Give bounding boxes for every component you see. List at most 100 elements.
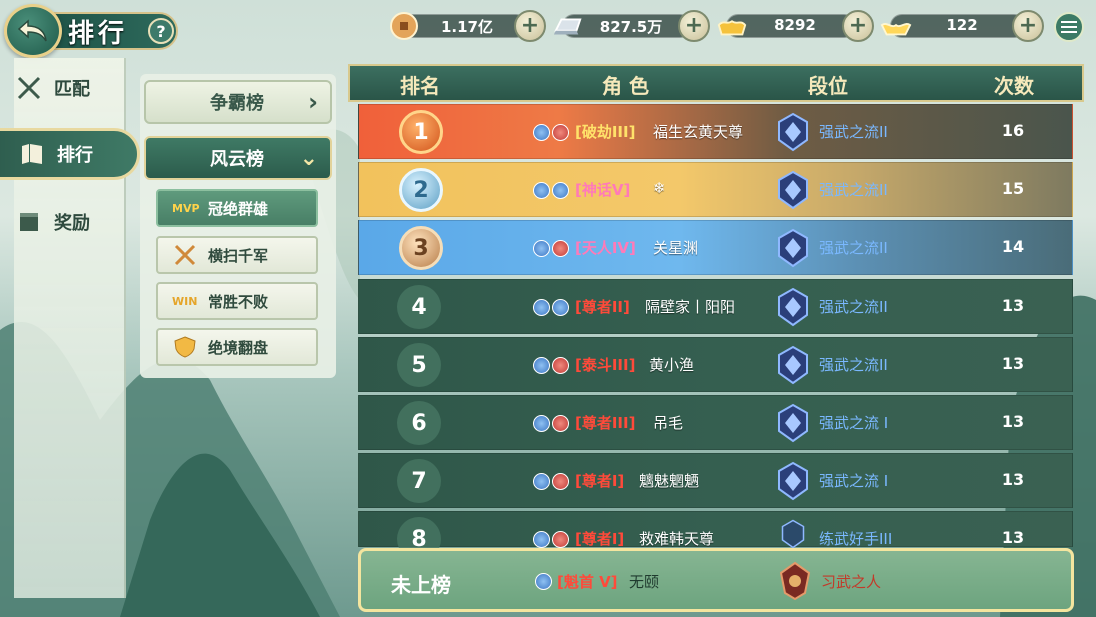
table-row[interactable]: 4 [尊者II] 隔壁家丨阳阳 强武之流II 13 xyxy=(358,279,1073,334)
plus-icon: + xyxy=(1018,13,1038,38)
role-icons xyxy=(533,124,569,141)
nav-item-match[interactable]: 匹配 xyxy=(0,62,112,114)
add-silver-button[interactable]: + xyxy=(678,10,710,42)
help-icon: ? xyxy=(156,21,166,41)
subtab-label: 常胜不败 xyxy=(208,292,269,311)
crossed-swords-icon xyxy=(17,76,41,100)
tier-badge: [天人IV] xyxy=(575,239,636,257)
segment-emblem-icon xyxy=(778,345,808,385)
my-rank-label: 未上榜 xyxy=(391,573,451,597)
copper-value: 1.17亿 xyxy=(440,18,493,36)
count: 14 xyxy=(1001,237,1025,256)
segment-name: 强武之流II xyxy=(819,298,888,316)
segment-name: 强武之流II xyxy=(819,123,888,141)
table-row[interactable]: 3 [天人IV] 关星渊 强武之流II 14 xyxy=(358,220,1073,275)
subtab-changsheng[interactable]: WIN 常胜不败 xyxy=(156,282,318,320)
tab-label: 风云榜 xyxy=(210,149,264,170)
subtab-juejing[interactable]: 绝境翻盘 xyxy=(156,328,318,366)
crossed-swords-icon xyxy=(174,244,196,266)
table-header: 排名 角 色 段位 次数 xyxy=(348,64,1084,102)
tier-badge: [破劫III] xyxy=(575,123,636,141)
table-row[interactable]: 7 [尊者I] 魑魅魍魉 强武之流 I 13 xyxy=(358,453,1073,508)
tier-badge: [泰斗III] xyxy=(575,356,636,374)
player-name: 救难韩天尊 xyxy=(639,530,715,548)
subtab-hengsao[interactable]: 横扫千军 xyxy=(156,236,318,274)
tier-badge: [神话V] xyxy=(575,181,631,199)
silver-ingot-icon xyxy=(552,10,584,42)
player-name: 魑魅魍魉 xyxy=(639,472,700,490)
add-copper-button[interactable]: + xyxy=(514,10,546,42)
copper-coin-icon xyxy=(388,10,420,42)
rank-number: 6 xyxy=(397,401,441,445)
my-rank-row[interactable]: 未上榜 [魁首 V] 无颐 习武之人 xyxy=(358,548,1074,612)
add-yuanbao-button[interactable]: + xyxy=(1012,10,1044,42)
win-icon: WIN xyxy=(172,294,198,308)
segment-name: 强武之流II xyxy=(819,356,888,374)
nav-label: 奖励 xyxy=(54,213,90,234)
player-name: 隔壁家丨阳阳 xyxy=(645,298,736,316)
role-icons xyxy=(533,415,569,432)
add-gold-button[interactable]: + xyxy=(842,10,874,42)
segment-emblem-icon xyxy=(778,228,808,268)
resource-yuanbao: 122 + xyxy=(880,10,1044,42)
treasure-icon xyxy=(20,213,38,231)
resource-gold: 8292 + xyxy=(716,10,874,42)
segment-emblem-icon xyxy=(778,112,808,152)
table-row[interactable]: 8 [尊者I] 救难韩天尊 练武好手III 13 xyxy=(358,511,1073,561)
count: 16 xyxy=(1001,121,1025,140)
header-segment: 段位 xyxy=(808,74,848,98)
table-row[interactable]: 6 [尊者III] 吊毛 强武之流 I 13 xyxy=(358,395,1073,450)
nav-label: 匹配 xyxy=(54,79,90,100)
role-icons xyxy=(533,473,569,490)
gold-value: 8292 xyxy=(774,16,816,34)
count: 13 xyxy=(1001,412,1025,431)
list-icon xyxy=(1061,21,1077,33)
tab-label: 争霸榜 xyxy=(210,93,264,114)
segment-name: 强武之流 I xyxy=(819,472,889,490)
rank-number: 7 xyxy=(397,459,441,503)
back-button[interactable] xyxy=(4,4,62,58)
menu-button[interactable] xyxy=(1054,12,1084,42)
nav-item-reward[interactable]: 奖励 xyxy=(0,196,112,248)
role-icons xyxy=(533,357,569,374)
header-rank: 排名 xyxy=(400,74,440,98)
page-title: 排行 xyxy=(68,19,129,49)
count: 13 xyxy=(1001,470,1025,489)
tier-badge: [尊者II] xyxy=(575,298,630,316)
help-button[interactable]: ? xyxy=(148,18,174,44)
role-icons xyxy=(535,573,552,590)
tier-badge: [魁首 V] xyxy=(557,573,618,591)
back-arrow-icon xyxy=(17,19,47,42)
nav-item-ranking[interactable]: 排行 xyxy=(0,128,140,180)
plus-icon: + xyxy=(684,13,704,38)
header-count: 次数 xyxy=(994,74,1034,98)
tab-fengyun[interactable]: 风云榜 ⌄ xyxy=(144,136,332,180)
segment-name: 习武之人 xyxy=(821,573,882,591)
subtab-guanjue[interactable]: MVP 冠绝群雄 xyxy=(156,189,318,227)
tab-zhengba[interactable]: 争霸榜 › xyxy=(144,80,332,124)
segment-emblem-icon xyxy=(779,561,811,601)
tier-badge: [尊者III] xyxy=(575,414,636,432)
table-row[interactable]: 1 [破劫III] 福生玄黄天尊 强武之流II 16 xyxy=(358,104,1073,159)
nav-label: 排行 xyxy=(57,145,93,166)
segment-name: 强武之流II xyxy=(819,239,888,257)
table-row[interactable]: 5 [泰斗III] 黄小渔 强武之流II 13 xyxy=(358,337,1073,392)
segment-name: 强武之流 I xyxy=(819,414,889,432)
plus-icon: + xyxy=(520,13,540,38)
player-name: 无颐 xyxy=(629,573,660,591)
yuanbao-value: 122 xyxy=(946,16,978,34)
mvp-icon: MVP xyxy=(172,201,200,215)
segment-emblem-icon xyxy=(781,519,805,549)
subtab-label: 横扫千军 xyxy=(208,246,269,265)
player-name: 关星渊 xyxy=(653,239,699,257)
tier-badge: [尊者I] xyxy=(575,472,625,490)
count: 13 xyxy=(1001,296,1025,315)
subtab-label: 绝境翻盘 xyxy=(208,338,269,357)
plus-icon: + xyxy=(848,13,868,38)
segment-emblem-icon xyxy=(778,170,808,210)
role-icons xyxy=(533,240,569,257)
count: 13 xyxy=(1001,528,1025,547)
role-icons xyxy=(533,182,569,199)
table-row[interactable]: 2 [神话V] ❄ 强武之流II 15 xyxy=(358,162,1073,217)
gold-ingot-icon xyxy=(716,10,748,42)
